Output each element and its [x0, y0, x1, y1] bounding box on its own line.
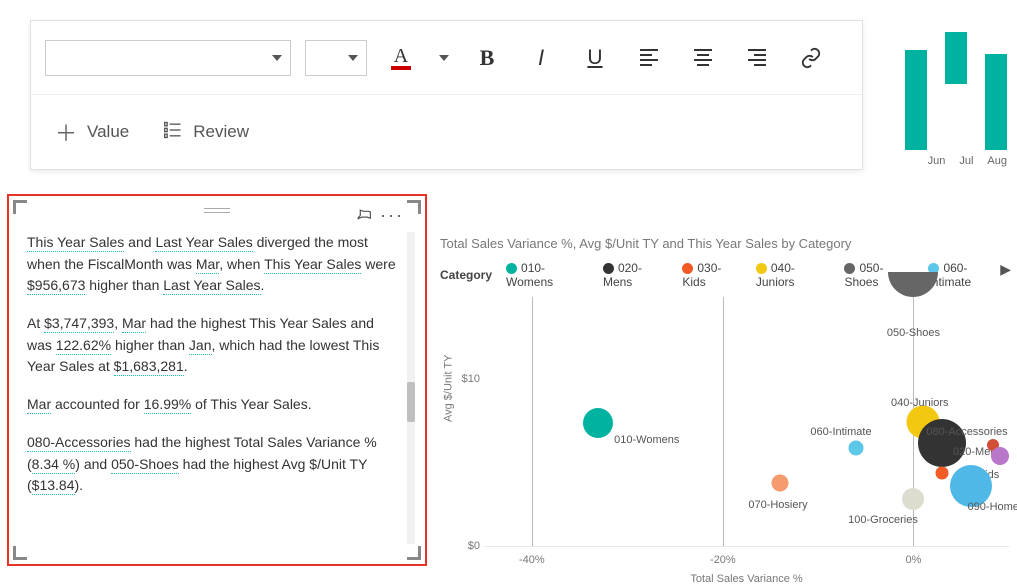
bubble-label: 070-Hosiery: [748, 499, 807, 511]
bubble-030-kids[interactable]: [936, 467, 949, 480]
y-axis-title: Avg $/Unit TY: [442, 354, 454, 421]
underline-button[interactable]: U: [575, 38, 615, 78]
narrative-text[interactable]: This Year Sales and Last Year Sales dive…: [27, 232, 401, 546]
bubble-label: 050-Shoes: [887, 327, 940, 339]
toolbar-row-format: A B I U: [31, 21, 862, 95]
italic-button[interactable]: I: [521, 38, 561, 78]
bubble-label: 040-Juniors: [891, 397, 948, 409]
drag-grip[interactable]: [204, 208, 230, 216]
plus-icon: ＋: [55, 116, 77, 148]
pin-icon[interactable]: [353, 204, 375, 226]
legend-label: Category: [440, 268, 492, 282]
bubble-010-womens[interactable]: [583, 408, 613, 438]
resize-handle-br[interactable]: [407, 546, 421, 560]
bubble-label: 060-Intimate: [810, 426, 871, 438]
narrative-p4: 080-Accessories had the highest Total Sa…: [27, 432, 401, 497]
month-aug: Aug: [987, 155, 1007, 167]
bubble-100-groceries[interactable]: [902, 488, 924, 510]
add-value-button[interactable]: ＋ Value: [45, 110, 139, 154]
bubble-label: 010-Womens: [614, 434, 679, 446]
resize-handle-bl[interactable]: [13, 546, 27, 560]
smart-narrative-visual[interactable]: ··· This Year Sales and Last Year Sales …: [7, 194, 427, 566]
narrative-p2: At $3,747,393, Mar had the highest This …: [27, 313, 401, 378]
legend-item[interactable]: 010-Womens: [506, 261, 591, 289]
chevron-down-icon: [272, 55, 282, 61]
bubble-label: 100-Groceries: [848, 514, 918, 526]
legend-item[interactable]: 060-Intimate: [928, 261, 1009, 289]
font-size-dropdown[interactable]: [305, 40, 367, 76]
legend-next-icon[interactable]: ▶: [1000, 261, 1011, 278]
bubble-060-intimate[interactable]: [849, 441, 864, 456]
legend-item[interactable]: 040-Juniors: [756, 261, 833, 289]
legend-item[interactable]: 020-Mens: [603, 261, 670, 289]
y-tick: $0: [440, 540, 480, 552]
chevron-down-icon: [439, 55, 449, 61]
font-family-dropdown[interactable]: [45, 40, 291, 76]
review-label: Review: [193, 122, 249, 142]
month-labels: Jun Jul Aug: [928, 155, 1007, 167]
text-format-toolbar: A B I U ＋ Value Review: [30, 20, 863, 170]
month-jun: Jun: [928, 155, 946, 167]
month-jul: Jul: [959, 155, 973, 167]
scatter-chart[interactable]: Total Sales Variance %, Avg $/Unit TY an…: [440, 236, 1009, 574]
x-tick: 0%: [905, 554, 921, 566]
align-center-button[interactable]: [683, 38, 723, 78]
chart-title: Total Sales Variance %, Avg $/Unit TY an…: [440, 236, 1009, 251]
bubble-label: 090-Home: [968, 501, 1017, 513]
bubble-unknown-purple[interactable]: [991, 447, 1009, 465]
align-right-button[interactable]: [737, 38, 777, 78]
bubble-070-hosiery[interactable]: [772, 475, 789, 492]
align-left-button[interactable]: [629, 38, 669, 78]
bubble-label: 080-Accessories: [926, 426, 1007, 438]
review-button[interactable]: Review: [153, 114, 259, 151]
bold-button[interactable]: B: [467, 38, 507, 78]
review-list-icon: [163, 120, 183, 145]
x-tick: -20%: [710, 554, 736, 566]
legend-item[interactable]: 030-Kids: [682, 261, 743, 289]
chevron-down-icon: [348, 55, 358, 61]
scrollbar[interactable]: [407, 232, 415, 544]
resize-handle-tl[interactable]: [13, 200, 27, 214]
background-bars-right: [905, 30, 1007, 150]
resize-handle-tr[interactable]: [407, 200, 421, 214]
bubble-050-shoes[interactable]: [888, 272, 938, 297]
narrative-p3: Mar accounted for 16.99% of This Year Sa…: [27, 394, 401, 416]
toolbar-row-actions: ＋ Value Review: [31, 95, 862, 169]
scrollbar-thumb[interactable]: [407, 382, 415, 422]
narrative-p1: This Year Sales and Last Year Sales dive…: [27, 232, 401, 297]
font-color-button[interactable]: A: [381, 38, 421, 78]
insert-link-button[interactable]: [791, 38, 831, 78]
font-color-dropdown[interactable]: [435, 38, 453, 78]
y-tick: $10: [440, 373, 480, 385]
x-axis-title: Total Sales Variance %: [484, 573, 1009, 585]
x-tick: -40%: [519, 554, 545, 566]
value-label: Value: [87, 122, 129, 142]
plot-area: Avg $/Unit TY $10 $0 -40% -20% 0% 050-Sh…: [484, 297, 1009, 547]
more-options-icon[interactable]: ···: [381, 204, 403, 226]
